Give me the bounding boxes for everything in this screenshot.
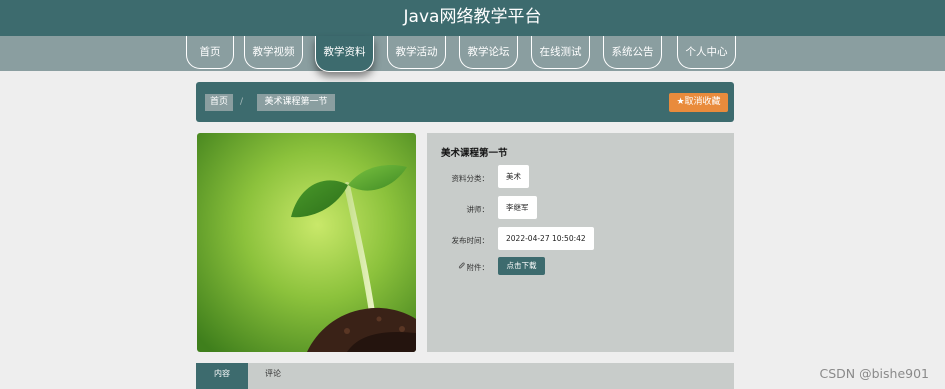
star-icon: ★ (676, 97, 685, 107)
nav-item-teaching-materials[interactable]: 教学资料 (315, 36, 374, 72)
material-title: 美术课程第一节 (441, 148, 508, 159)
breadcrumb: 首页 / 美术课程第一节 ★取消收藏 (196, 82, 734, 122)
lecturer-value: 李继军 (498, 196, 537, 219)
nav-item-announcements[interactable]: 系统公告 (603, 36, 662, 69)
csdn-watermark: CSDN @bishe901 (819, 366, 929, 381)
category-label: 资料分类： (451, 174, 490, 183)
nav-item-teaching-activities[interactable]: 教学活动 (387, 36, 446, 69)
tab-content[interactable]: 内容 (196, 363, 248, 389)
nav-item-personal-center[interactable]: 个人中心 (677, 36, 736, 69)
category-value: 美术 (498, 165, 529, 188)
nav-item-online-test[interactable]: 在线测试 (531, 36, 590, 69)
publish-time-value: 2022-04-27 10:50:42 (498, 227, 594, 250)
download-button[interactable]: 点击下载 (498, 257, 545, 275)
site-title: Java网络教学平台 (403, 7, 542, 27)
breadcrumb-home[interactable]: 首页 (205, 94, 234, 111)
nav-item-home[interactable]: 首页 (186, 36, 234, 69)
publish-time-label: 发布时间： (451, 236, 490, 245)
attachment-label: 附件： (466, 263, 490, 272)
lecturer-label: 讲师： (466, 205, 490, 214)
content-tabs: 内容 评论 (196, 363, 734, 389)
material-cover-image (197, 133, 416, 352)
breadcrumb-current: 美术课程第一节 (257, 94, 335, 111)
breadcrumb-separator: / (240, 97, 244, 107)
unfavorite-button[interactable]: ★取消收藏 (669, 93, 728, 112)
top-header: Java网络教学平台 (0, 0, 945, 36)
unfavorite-label: 取消收藏 (684, 97, 721, 107)
material-info-panel: 美术课程第一节 资料分类： 美术 讲师： 李继军 发布时间： 2022-04-2… (427, 133, 734, 352)
nav-item-teaching-forum[interactable]: 教学论坛 (459, 36, 518, 69)
tab-comments[interactable]: 评论 (248, 363, 298, 389)
nav-item-teaching-videos[interactable]: 教学视频 (244, 36, 303, 69)
